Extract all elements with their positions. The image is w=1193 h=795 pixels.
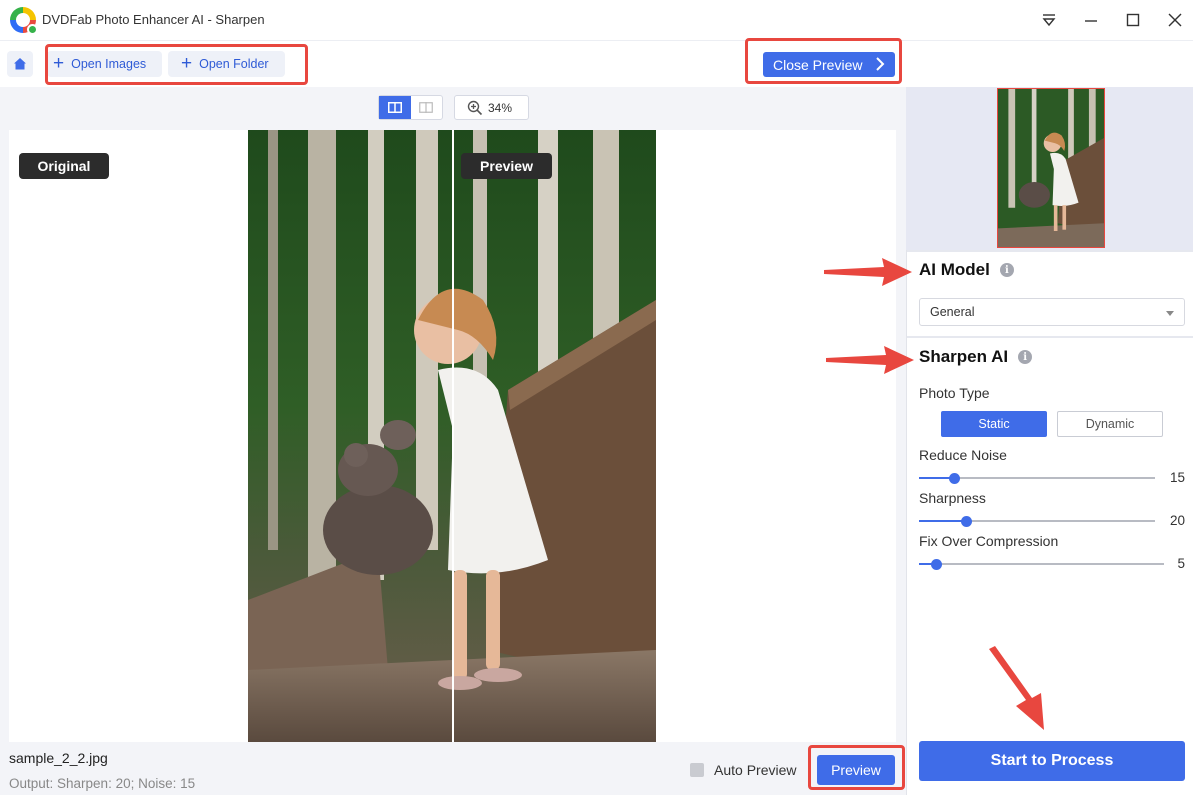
- auto-preview-checkbox[interactable]: Auto Preview: [690, 762, 796, 778]
- ai-model-selected: General: [930, 305, 975, 319]
- photo-type-dynamic-button[interactable]: Dynamic: [1057, 411, 1163, 437]
- slider-knob[interactable]: [931, 559, 943, 570]
- info-icon[interactable]: i: [999, 263, 1014, 277]
- split-view-button[interactable]: [379, 96, 411, 119]
- zoom-control[interactable]: 34%: [454, 95, 529, 120]
- ai-model-title: AI Model: [919, 260, 990, 279]
- info-icon[interactable]: i: [1018, 350, 1033, 364]
- highlight-box-close-preview: [745, 38, 902, 84]
- photo-type-static-button[interactable]: Static: [941, 411, 1047, 437]
- zoom-icon: [467, 100, 483, 115]
- app-logo-icon: [10, 7, 38, 35]
- sharpness-label: Sharpness: [919, 490, 986, 506]
- ai-model-heading: AI Model i: [919, 260, 1014, 280]
- split-view-icon: [387, 102, 402, 113]
- preview-tag: Preview: [461, 153, 552, 179]
- compare-view-icon: [419, 102, 434, 113]
- slider-knob[interactable]: [961, 516, 973, 527]
- highlight-box-preview: [808, 745, 905, 790]
- annotation-arrow-icon: [824, 258, 912, 286]
- reduce-noise-label: Reduce Noise: [919, 447, 1007, 463]
- panel-divider: [907, 336, 1193, 338]
- close-window-icon[interactable]: [1165, 10, 1185, 30]
- sharpness-slider[interactable]: [919, 516, 1155, 527]
- chevron-down-icon: [1166, 311, 1174, 316]
- output-info: Output: Sharpen: 20; Noise: 15: [9, 776, 196, 791]
- original-tag: Original: [19, 153, 109, 179]
- checkbox-icon: [690, 763, 704, 777]
- title-bar: DVDFab Photo Enhancer AI - Sharpen: [0, 0, 1193, 41]
- file-name: sample_2_2.jpg: [9, 750, 108, 766]
- compare-view-button[interactable]: [411, 96, 443, 119]
- minimize-icon[interactable]: [1081, 10, 1101, 30]
- maximize-icon[interactable]: [1123, 10, 1143, 30]
- sharpen-ai-heading: Sharpen AI i: [919, 347, 1033, 367]
- annotation-arrow-icon: [826, 346, 914, 374]
- window-title: DVDFab Photo Enhancer AI - Sharpen: [42, 12, 265, 27]
- ai-model-select[interactable]: General: [919, 298, 1185, 326]
- sharpen-ai-title: Sharpen AI: [919, 347, 1009, 366]
- auto-preview-label: Auto Preview: [714, 762, 797, 778]
- split-divider[interactable]: [452, 130, 454, 742]
- sharpness-value: 20: [1169, 513, 1185, 528]
- slider-knob[interactable]: [949, 473, 961, 484]
- home-button[interactable]: [7, 51, 33, 77]
- home-icon: [14, 58, 26, 70]
- highlight-box-open: [45, 44, 308, 85]
- zoom-level: 34%: [488, 100, 513, 115]
- start-to-process-button[interactable]: Start to Process: [919, 741, 1185, 781]
- fix-over-compression-label: Fix Over Compression: [919, 533, 1059, 549]
- fix-over-compression-slider[interactable]: [919, 559, 1164, 570]
- reduce-noise-slider[interactable]: [919, 473, 1155, 484]
- fix-over-compression-value: 5: [1177, 556, 1185, 571]
- photo-type-label: Photo Type: [919, 385, 990, 401]
- reduce-noise-value: 15: [1169, 470, 1185, 485]
- annotation-arrow-icon: [989, 646, 1044, 730]
- panel-divider: [907, 250, 1193, 252]
- menu-dropdown-icon[interactable]: [1039, 10, 1059, 30]
- thumbnail-image[interactable]: [997, 88, 1105, 248]
- view-mode-toggle: [378, 95, 443, 120]
